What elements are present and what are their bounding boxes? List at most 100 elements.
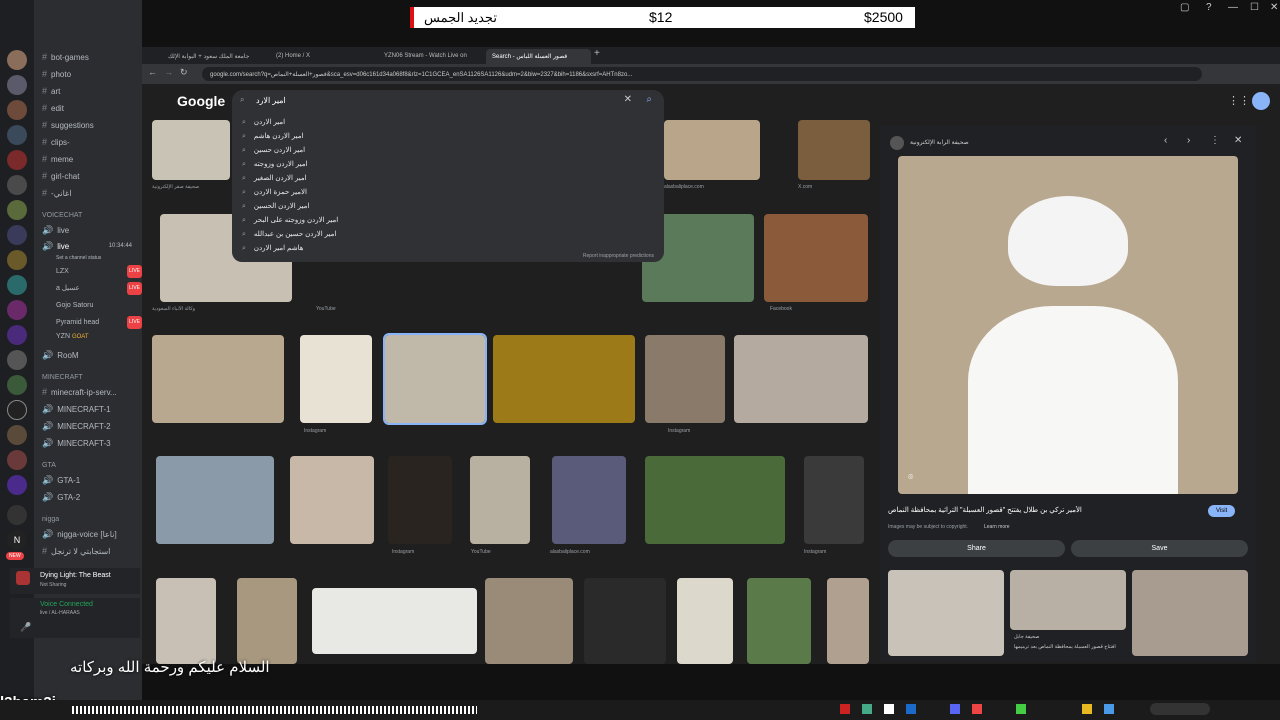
result-image[interactable] [485, 578, 573, 664]
result-image[interactable] [152, 335, 284, 423]
video-result-image[interactable] [584, 578, 666, 664]
result-image[interactable] [645, 335, 725, 423]
server-icon[interactable] [7, 75, 27, 95]
result-image[interactable] [764, 214, 868, 302]
result-image[interactable] [300, 335, 372, 423]
result-caption[interactable]: X.com [798, 184, 812, 190]
result-caption[interactable]: Facebook [770, 306, 792, 312]
result-caption[interactable]: YouTube [316, 306, 336, 312]
server-icon[interactable] [7, 275, 27, 295]
server-icon[interactable] [7, 50, 27, 70]
close-panel-icon[interactable]: ✕ [1234, 135, 1242, 146]
report-link[interactable]: Report inappropriate predictions [583, 253, 654, 259]
voice-user[interactable]: Gojo Satoru [56, 299, 154, 312]
preview-image[interactable]: ⌾ [898, 156, 1238, 494]
server-icon[interactable] [7, 250, 27, 270]
category-gta[interactable]: GTA [42, 462, 56, 469]
channel-minecraft-ip[interactable]: # minecraft-ip-serv... [42, 386, 140, 399]
voice-user[interactable]: Pyramid head LIVE [56, 316, 154, 329]
channel-arabic[interactable]: # استجابتي لا ترنجل [42, 545, 140, 558]
voice-user[interactable]: LZX LIVE [56, 265, 154, 278]
category-nigga[interactable]: nigga [42, 516, 59, 523]
more-icon[interactable]: ⋮ [1210, 135, 1220, 146]
related-caption[interactable]: افتتاح قصور العسبلة بمحافظة النماص بعد ت… [1014, 644, 1116, 650]
server-icon[interactable] [7, 225, 27, 245]
server-icon[interactable] [7, 325, 27, 345]
result-image[interactable] [156, 578, 216, 664]
panel-title[interactable]: الأمير تركي بن طلال يفتتح "قصور العسبلة"… [888, 506, 1188, 514]
server-icon[interactable] [7, 375, 27, 395]
related-image[interactable] [1132, 570, 1248, 656]
result-caption[interactable]: صحيفة صقر الإلكترونية [152, 184, 199, 190]
help-icon[interactable]: ? [1206, 2, 1212, 13]
reload-icon[interactable]: ↻ [180, 67, 188, 78]
result-image[interactable] [747, 578, 811, 664]
suggestion-item[interactable]: ⌕ امير الاردن وزوجته [242, 160, 307, 169]
taskbar-app-icon[interactable] [972, 704, 982, 714]
server-icon[interactable] [7, 450, 27, 470]
minimize-window-icon[interactable]: — [1228, 2, 1238, 13]
result-caption[interactable]: alasbaliplace.com [550, 549, 590, 555]
server-icon[interactable] [7, 125, 27, 145]
category-voicechat[interactable]: VOICECHAT [42, 212, 82, 219]
lens-icon[interactable]: ⌾ [908, 472, 913, 483]
server-icon[interactable] [7, 100, 27, 120]
server-icon[interactable] [7, 400, 27, 420]
result-caption[interactable]: alasbaliplace.com [664, 184, 704, 190]
channel-gta-1[interactable]: 🔊 GTA-1 [42, 474, 140, 487]
tab-x-home[interactable]: (2) Home / X [270, 49, 375, 64]
result-image[interactable] [677, 578, 733, 664]
avatar[interactable] [1252, 92, 1270, 110]
search-submit-icon[interactable]: ⌕ [646, 94, 652, 105]
mic-icon[interactable]: 🎤 [20, 622, 31, 633]
result-image-selected[interactable] [383, 333, 487, 425]
result-image[interactable] [493, 335, 635, 423]
url-input[interactable]: google.com/search?q=قصور+العسلة+النماص&s… [202, 67, 1202, 81]
tab-google-search[interactable]: Search - قصور العسلة اللباس [486, 49, 591, 64]
set-channel-status[interactable]: Set a channel status [56, 252, 154, 265]
channel-gta-2[interactable]: 🔊 GTA-2 [42, 491, 140, 504]
channel-minecraft-3[interactable]: 🔊 MINECRAFT-3 [42, 437, 140, 450]
server-icon[interactable] [7, 175, 27, 195]
suggestion-item[interactable]: ⌕ امير الاردن هاشم [242, 132, 303, 141]
channel-bot-games[interactable]: # bot-games [42, 51, 140, 64]
taskbar-search-box[interactable] [1150, 703, 1210, 715]
suggestion-item[interactable]: ⌕ امير الاردن الصغير [242, 174, 307, 183]
voice-channel-room[interactable]: 🔊 RooM [42, 349, 140, 362]
related-source[interactable]: صحيفة جابل [1014, 634, 1039, 640]
server-icon[interactable] [7, 150, 27, 170]
server-icon[interactable] [7, 425, 27, 445]
result-image[interactable] [804, 456, 864, 544]
taskbar-app-icon[interactable] [1016, 704, 1026, 714]
channel-meme[interactable]: # meme [42, 153, 140, 166]
suggestion-item[interactable]: ⌕ الامير حمزة الاردن [242, 188, 307, 197]
server-icon[interactable] [7, 300, 27, 320]
server-icon[interactable] [7, 475, 27, 495]
result-image[interactable] [664, 120, 760, 180]
result-image[interactable] [645, 456, 785, 544]
forward-icon[interactable]: → [164, 67, 173, 77]
close-icon[interactable]: ✕ [1270, 2, 1278, 13]
result-image[interactable] [156, 456, 274, 544]
prev-icon[interactable]: ‹ [1164, 135, 1167, 146]
file-explorer-icon[interactable] [1082, 704, 1092, 714]
tab-kick-stream[interactable]: YZN06 Stream - Watch Live on [378, 49, 483, 64]
save-button[interactable]: Save [1071, 540, 1248, 557]
next-icon[interactable]: › [1187, 135, 1190, 146]
channel-photo[interactable]: # photo [42, 68, 140, 81]
channel-songs[interactable]: # -اغاني [42, 187, 140, 200]
panel-source[interactable]: صحيفة الرابة الإلكترونية [910, 139, 969, 146]
maximize-icon[interactable]: ☐ [1250, 2, 1259, 13]
result-image[interactable] [152, 120, 230, 180]
related-image[interactable] [888, 570, 1004, 656]
suggestion-item[interactable]: ⌕ امير الاردن حسين [242, 146, 305, 155]
clear-icon[interactable]: ✕ [624, 94, 632, 105]
google-logo[interactable]: Google [177, 93, 225, 109]
suggestion-item[interactable]: ⌕ امير الاردن [242, 118, 285, 127]
result-caption[interactable]: Instagram [304, 428, 326, 434]
server-icon[interactable]: N [7, 530, 27, 550]
activity-panel[interactable]: Dying Light: The Beast Not Sharing [10, 568, 140, 594]
map-result-image[interactable] [312, 588, 477, 654]
voice-user[interactable]: YZN GOAT [56, 330, 154, 343]
taskbar-app-icon[interactable] [862, 704, 872, 714]
